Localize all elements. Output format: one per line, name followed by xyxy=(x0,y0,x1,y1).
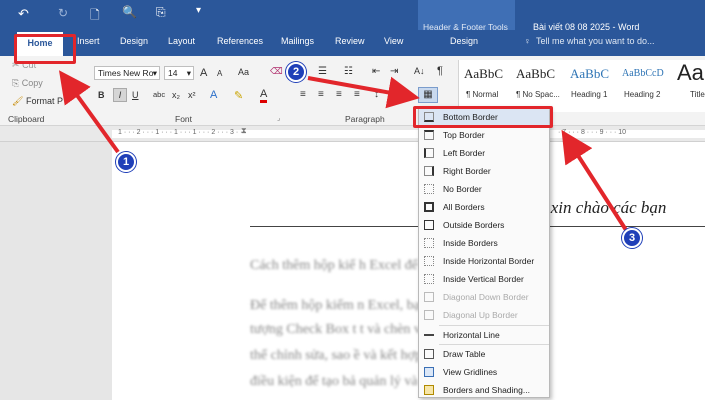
arrow-step1 xyxy=(58,70,120,154)
step-badge-1: 1 xyxy=(116,152,136,172)
arrow-step3 xyxy=(561,129,628,232)
step-badge-3: 3 xyxy=(622,228,642,248)
annotation-arrows xyxy=(58,70,628,232)
step-badge-2: 2 xyxy=(286,62,306,82)
arrow-step2 xyxy=(307,76,420,109)
